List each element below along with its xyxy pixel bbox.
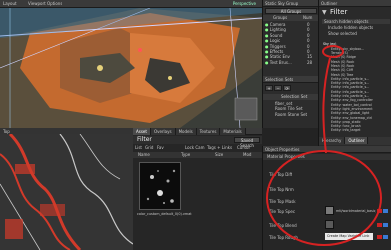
tree-item[interactable]: Entity: info_target xyxy=(319,128,391,132)
color-swatch[interactable] xyxy=(377,235,382,239)
toolbar-grid[interactable]: Grid xyxy=(145,145,153,150)
filter-bottom-tabs: Hierarchy Outliner xyxy=(319,137,391,145)
menu-viewport-options[interactable]: Viewport Options xyxy=(28,1,62,6)
column-size[interactable]: Size xyxy=(215,152,223,157)
selection-sets-col: Selection Set xyxy=(263,94,319,100)
col-num[interactable]: Num xyxy=(303,15,312,20)
saved-search-button[interactable]: Saved Search xyxy=(234,137,260,148)
groups-panel-header: Static Sky Group xyxy=(263,0,319,7)
group-dropdown[interactable]: All Groups xyxy=(265,8,317,14)
group-visible-icon[interactable]: ● xyxy=(265,27,269,32)
tab-overlays[interactable]: Overlays xyxy=(150,128,176,135)
groups-panel-title: Static Sky Group xyxy=(265,1,299,6)
color-swatch[interactable] xyxy=(383,235,388,239)
top-viewport[interactable]: Layout Viewport Options Perspective xyxy=(0,0,262,128)
annotation-circle-outliner xyxy=(322,45,344,58)
annotation-circle-properties xyxy=(266,150,382,246)
tab-models[interactable]: Models xyxy=(175,128,197,135)
level-3d-scene[interactable] xyxy=(0,8,262,128)
group-dropdown-value: All Groups xyxy=(280,9,302,14)
selection-sets-toolbar: + − ⟳ xyxy=(265,85,317,92)
asset-filter-title: Filter xyxy=(137,136,152,143)
toolbar-cursor[interactable]: Cursor xyxy=(237,145,250,150)
asset-browser: Asset Overlays Models Textures Materials Fil… xyxy=(133,128,262,250)
toolbar-lock-cam[interactable]: Lock Cam xyxy=(185,145,205,150)
option-search-hidden[interactable]: Search hidden objects xyxy=(322,19,390,25)
viewport-menu-bar: Layout Viewport Options Perspective xyxy=(0,0,262,8)
bottom-viewport[interactable]: Top xyxy=(0,128,133,250)
asset-thumbnail[interactable] xyxy=(139,162,181,210)
toolbar-list[interactable]: List xyxy=(135,145,142,150)
col-groups[interactable]: Groups xyxy=(273,15,287,20)
group-visible-icon[interactable]: ● xyxy=(265,33,269,38)
selection-sets-list: fiber_set Room Tile Set Room Stone Set xyxy=(263,101,319,117)
toolbar-fav[interactable]: Fav xyxy=(157,145,164,150)
column-mod[interactable]: Mod xyxy=(243,152,251,157)
tab-outliner[interactable]: Outliner xyxy=(345,137,369,144)
thumbnail-caption: color_custom_default_0(0).vmat xyxy=(137,212,192,216)
selection-sets-title: Selection Sets xyxy=(265,77,294,82)
color-swatch[interactable] xyxy=(383,223,388,227)
list-item[interactable]: ● Test Brus... 28 xyxy=(263,60,319,65)
outliner-tab-label: Outliner xyxy=(321,1,338,6)
remove-set-button[interactable]: − xyxy=(274,85,282,91)
col-selection-set[interactable]: Selection Set xyxy=(281,94,307,99)
asset-columns: Name Type Size Mod xyxy=(133,152,262,158)
groups-panel: Static Sky Group All Groups Groups Num ●… xyxy=(262,0,319,128)
groups-list: ● Camera 0 ● Lighting 0 ● Sound 0 ● Logic 0 … xyxy=(263,22,319,65)
column-type[interactable]: Type xyxy=(181,152,190,157)
tab-materials[interactable]: Materials xyxy=(220,128,246,135)
filter-panel-header: Outliner xyxy=(319,0,391,7)
add-set-button[interactable]: + xyxy=(265,85,273,91)
group-visible-icon[interactable]: ● xyxy=(265,44,269,49)
menu-layout[interactable]: Layout xyxy=(3,1,17,6)
group-visible-icon[interactable]: ● xyxy=(265,49,269,54)
filter-funnel-icon: ▼ xyxy=(322,9,327,16)
asset-filter-bar: Filter Saved Search xyxy=(133,136,262,148)
tab-textures[interactable]: Textures xyxy=(196,128,221,135)
asset-browser-tabs: Asset Overlays Models Textures Materials xyxy=(133,128,262,135)
option-show-selected[interactable]: Show selected xyxy=(322,31,390,36)
groups-columns: Groups Num xyxy=(263,15,319,21)
color-swatch[interactable] xyxy=(383,209,388,213)
column-name[interactable]: Name xyxy=(138,152,150,157)
group-visible-icon[interactable]: ● xyxy=(265,60,269,65)
filter-panel: Outliner ▼ Filter Search hidden objects … xyxy=(318,0,391,146)
perspective-label[interactable]: Perspective xyxy=(233,1,256,6)
list-item[interactable]: Room Stone Set xyxy=(263,112,319,117)
asset-toolbar: List Grid Fav Lock Cam Tags + Links Curs… xyxy=(135,145,260,151)
selection-sets-header: Selection Sets xyxy=(263,76,319,83)
properties-title: Object Properties xyxy=(265,147,300,152)
group-visible-icon[interactable]: ● xyxy=(265,54,269,59)
thumbnail-image xyxy=(146,169,176,204)
top-down-map[interactable] xyxy=(0,134,133,250)
group-visible-icon[interactable]: ● xyxy=(265,38,269,43)
color-swatch[interactable] xyxy=(377,223,382,227)
filter-options: Search hidden objects Include hidden obj… xyxy=(322,19,390,36)
refresh-set-button[interactable]: ⟳ xyxy=(283,85,291,91)
tab-hierarchy[interactable]: Hierarchy xyxy=(319,137,346,144)
group-visible-icon[interactable]: ● xyxy=(265,22,269,27)
filter-title: Filter xyxy=(330,8,348,16)
toolbar-tags[interactable]: Tags + Links xyxy=(207,145,232,150)
filter-title-row: ▼ Filter xyxy=(319,8,391,17)
tab-asset[interactable]: Asset xyxy=(133,128,151,135)
